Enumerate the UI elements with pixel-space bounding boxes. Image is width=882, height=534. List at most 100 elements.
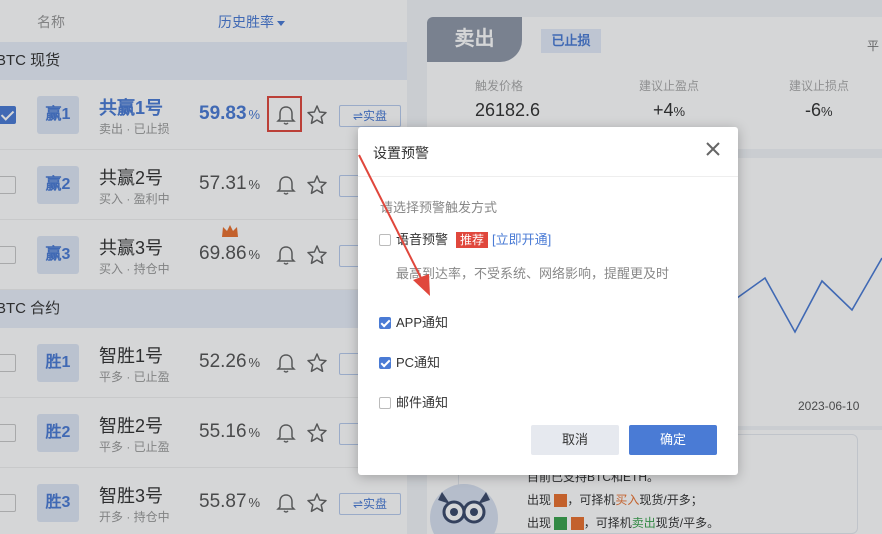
strategy-row[interactable]: 胜1智胜1号平多 · 已止盈52.26%⇌ [0, 328, 407, 398]
sell-text: 卖出 [631, 516, 656, 530]
stop-loss-unit: % [821, 104, 833, 119]
strategy-badge: 胜3 [37, 484, 79, 522]
pc-notify-option[interactable]: PC通知 [379, 355, 440, 371]
note-text: 现货/平多。 [655, 516, 720, 530]
win-rate: 57.31% [199, 173, 260, 195]
take-profit-label: 建议止盈点 [639, 79, 700, 93]
win-rate-value: 55.16 [199, 421, 247, 442]
star-icon[interactable] [306, 244, 328, 266]
star-icon[interactable] [306, 174, 328, 196]
win-rate-value: 59.83 [199, 103, 247, 124]
strategy-status: 买入 · 持仓中 [99, 262, 170, 276]
strategy-name[interactable]: 智胜3号 [99, 482, 163, 508]
group-title: BTC 现货 [0, 52, 61, 69]
app-notify-label: APP通知 [396, 315, 449, 330]
take-profit-stat: 建议止盈点 +4% [639, 77, 699, 121]
activate-now-link[interactable]: [立即开通] [492, 232, 551, 247]
strategy-status: 平多 · 已止盈 [99, 440, 170, 454]
win-rate-unit: % [248, 107, 261, 122]
mail-notify-option[interactable]: 邮件通知 [379, 395, 448, 411]
strategy-row[interactable]: 胜3 智胜3号 开多 · 持仓中 55.87% ⇌实盘 [0, 468, 407, 534]
row-checkbox[interactable] [0, 494, 16, 512]
confirm-button[interactable]: 确定 [629, 425, 717, 455]
strategy-status: 买入 · 盈利中 [99, 192, 170, 206]
strategy-badge: 赢2 [37, 166, 79, 204]
caret-down-icon [277, 20, 285, 26]
win-rate-value: 57.31 [199, 173, 247, 194]
crown-icon [221, 224, 239, 238]
group-header: BTC 合约 [0, 290, 407, 328]
voice-alert-desc: 最高到达率，不受系统、网络影响，提醒更及时 [396, 266, 670, 281]
voice-alert-label: 语音预警 [396, 232, 449, 247]
win-rate: 59.83% [199, 103, 260, 125]
trigger-price-value: 26182.6 [475, 100, 541, 120]
recommend-badge: 推荐 [456, 232, 489, 248]
row-checkbox[interactable] [0, 106, 16, 124]
bell-icon[interactable] [275, 104, 297, 126]
list-header: 名称 历史胜率 [0, 0, 407, 42]
win-rate-unit: % [248, 355, 261, 370]
row-checkbox[interactable] [0, 354, 16, 372]
divider [358, 176, 738, 177]
group-header: BTC 现货 [0, 42, 407, 80]
close-icon[interactable] [704, 140, 722, 158]
strategy-row[interactable]: 赢2共赢2号买入 · 盈利中57.31%⇌ [0, 150, 407, 220]
strategy-list: 名称 历史胜率 BTC 现货 赢1 共赢1号 卖出 · 已止损 59.83% ⇌实盘 赢2 共… [0, 0, 407, 534]
strategy-badge: 胜1 [37, 344, 79, 382]
strategy-badge: 赢3 [37, 236, 79, 274]
bell-icon[interactable] [275, 422, 297, 444]
voice-alert-checkbox[interactable] [379, 233, 391, 246]
star-icon[interactable] [306, 492, 328, 514]
row-checkbox[interactable] [0, 246, 16, 264]
mail-notify-label: 邮件通知 [396, 395, 449, 410]
win-rate-value: 69.86 [199, 243, 247, 264]
win-rate-unit: % [248, 177, 261, 192]
star-icon[interactable] [306, 422, 328, 444]
bell-icon[interactable] [275, 492, 297, 514]
arrow-down-icon-2 [570, 517, 584, 531]
voice-alert-option[interactable]: 语音预警 推荐 [立即开通] [379, 232, 551, 248]
sort-by-win-rate[interactable]: 历史胜率 [218, 12, 285, 32]
take-profit-value: +4 [653, 100, 674, 120]
bell-icon[interactable] [275, 352, 297, 374]
win-rate: 55.16% [199, 421, 260, 443]
strategy-badge: 赢1 [37, 96, 79, 134]
pc-notify-checkbox[interactable] [379, 356, 391, 369]
dialog-prompt: 请选择预警触发方式 [380, 200, 498, 215]
column-name-header: 名称 [37, 14, 65, 30]
side-tab: 卖出 [427, 17, 522, 62]
note-line-3: 出现 ，可择机卖出现货/平多。 [527, 514, 719, 531]
strategy-name[interactable]: 共赢2号 [99, 164, 163, 190]
cancel-button[interactable]: 取消 [531, 425, 619, 455]
live-trade-button[interactable]: ⇌实盘 [339, 105, 401, 127]
strategy-row[interactable]: 胜2智胜2号平多 · 已止盈55.16%⇌ [0, 398, 407, 468]
stop-loss-stat: 建议止损点 -6% [789, 77, 849, 121]
mail-notify-checkbox[interactable] [379, 396, 391, 409]
arrow-down-icon [554, 517, 568, 531]
row-checkbox[interactable] [0, 176, 16, 194]
strategy-name[interactable]: 共赢1号 [99, 94, 163, 120]
pc-notify-label: PC通知 [396, 355, 441, 370]
strategy-status: 开多 · 持仓中 [99, 510, 170, 524]
live-trade-button[interactable]: ⇌实盘 [339, 493, 401, 515]
note-text: ，可择机 [583, 516, 632, 530]
arrow-up-icon [554, 494, 568, 508]
star-icon[interactable] [306, 352, 328, 374]
win-rate-unit: % [248, 247, 261, 262]
win-rate-unit: % [248, 495, 261, 510]
strategy-name[interactable]: 智胜1号 [99, 342, 163, 368]
star-icon[interactable] [306, 104, 328, 126]
status-badge: 已止损 [541, 29, 601, 53]
buy-text: 买入 [615, 493, 640, 507]
strategy-row[interactable]: 赢3共赢3号买入 · 持仓中69.86%⇌ [0, 220, 407, 290]
strategy-name[interactable]: 智胜2号 [99, 412, 163, 438]
win-rate-unit: % [248, 425, 261, 440]
bell-icon[interactable] [275, 174, 297, 196]
strategy-row[interactable]: 赢1 共赢1号 卖出 · 已止损 59.83% ⇌实盘 [0, 80, 407, 150]
app-notify-option[interactable]: APP通知 [379, 315, 448, 331]
strategy-name[interactable]: 共赢3号 [99, 234, 163, 260]
bell-icon[interactable] [275, 244, 297, 266]
app-notify-checkbox[interactable] [379, 316, 391, 329]
row-checkbox[interactable] [0, 424, 16, 442]
note-text: 现货/开多； [639, 493, 703, 507]
